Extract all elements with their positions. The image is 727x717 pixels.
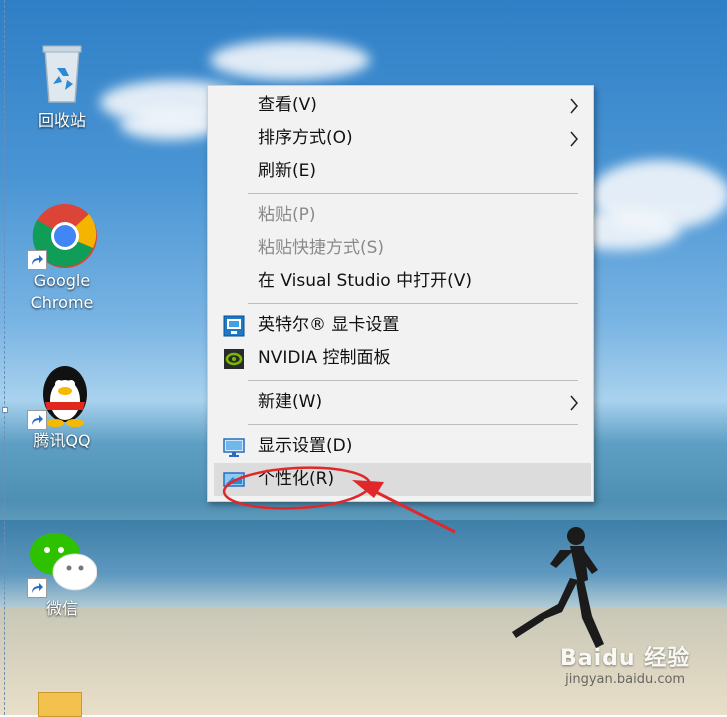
shortcut-arrow-icon [27, 410, 47, 430]
menu-separator [248, 424, 578, 425]
menu-separator [248, 193, 578, 194]
menu-separator [248, 303, 578, 304]
desktop-icon-wechat[interactable]: 微信 [22, 528, 102, 620]
personalize-icon [223, 472, 245, 487]
desktop-icon-label: 腾讯QQ [33, 431, 91, 450]
menu-item-open-visual-studio[interactable]: 在 Visual Studio 中打开(V) [208, 265, 593, 298]
monitor-icon [223, 438, 245, 457]
selection-handle [2, 407, 8, 413]
desktop-icon-label: Google Chrome [30, 271, 94, 312]
menu-item-nvidia-control-panel[interactable]: NVIDIA 控制面板 [208, 342, 593, 375]
desktop-icon-chrome[interactable]: Google Chrome [22, 200, 102, 314]
shortcut-arrow-icon [27, 250, 47, 270]
chevron-right-icon [570, 131, 578, 147]
menu-item-paste[interactable]: 粘贴(P) [208, 199, 593, 232]
menu-item-personalize[interactable]: 个性化(R) [214, 463, 591, 496]
menu-item-sort[interactable]: 排序方式(O) [208, 122, 593, 155]
menu-item-paste-shortcut[interactable]: 粘贴快捷方式(S) [208, 232, 593, 265]
intel-graphics-icon [223, 315, 245, 337]
desktop-icon-label: 回收站 [37, 111, 86, 130]
menu-item-new[interactable]: 新建(W) [208, 386, 593, 419]
menu-separator [248, 380, 578, 381]
shortcut-arrow-icon [27, 578, 47, 598]
wechat-icon [27, 528, 98, 598]
desktop-icon-label: 微信 [45, 599, 78, 618]
baidu-watermark: Baidu 经验 jingyan.baidu.com [560, 646, 691, 687]
desktop-context-menu: 查看(V) 排序方式(O) 刷新(E) 粘贴(P) 粘贴快捷方式(S) 在 Vi… [207, 85, 594, 502]
desktop-icon-recycle-bin[interactable]: 回收站 [22, 40, 102, 132]
desktop-icon-qq[interactable]: 腾讯QQ [22, 360, 102, 452]
qq-penguin-icon [27, 360, 97, 430]
chevron-right-icon [570, 98, 578, 114]
menu-item-refresh[interactable]: 刷新(E) [208, 155, 593, 188]
recycle-bin-icon [27, 40, 97, 110]
nvidia-icon [224, 349, 244, 369]
folder-icon[interactable] [38, 692, 82, 717]
chevron-right-icon [570, 395, 578, 411]
menu-item-intel-graphics[interactable]: 英特尔® 显卡设置 [208, 309, 593, 342]
selection-border [4, 0, 5, 715]
chrome-icon [27, 200, 97, 270]
menu-item-display-settings[interactable]: 显示设置(D) [208, 430, 593, 463]
menu-item-view[interactable]: 查看(V) [208, 89, 593, 122]
runner-silhouette [512, 527, 604, 648]
